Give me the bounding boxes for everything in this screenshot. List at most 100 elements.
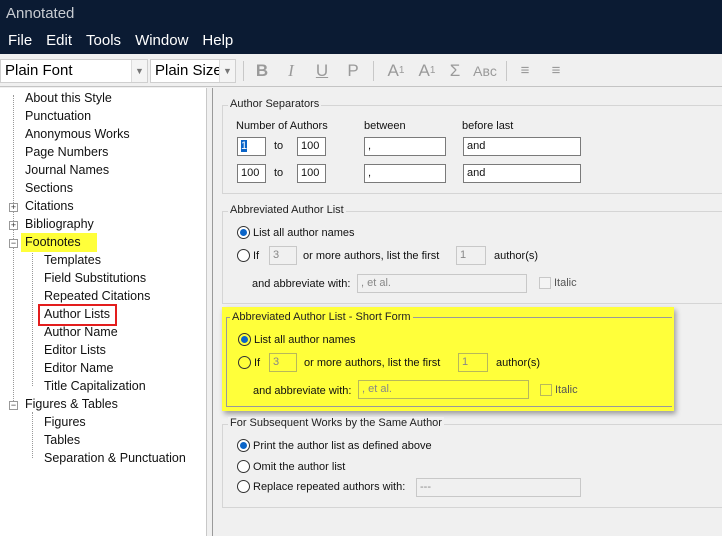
tree-footnotes[interactable]: Footnotes (25, 235, 81, 249)
tree-line (32, 412, 33, 458)
tree-journal-names[interactable]: Journal Names (25, 163, 109, 177)
col-before-last: before last (462, 120, 514, 132)
short-abbreviate-with-label: and abbreviate with: (253, 385, 352, 397)
tree-punctuation[interactable]: Punctuation (25, 109, 91, 123)
from-authors-field[interactable]: 1 (237, 137, 266, 156)
italic-button[interactable]: I (281, 60, 301, 82)
underline-button[interactable]: U (312, 60, 332, 82)
from-authors-field-2[interactable]: 100 (237, 164, 266, 183)
toolbar-divider (243, 61, 244, 81)
tree-field-substitutions[interactable]: Field Substitutions (44, 271, 146, 285)
symbol-button[interactable]: Σ (445, 60, 465, 82)
short-more-authors-label: or more authors, list the first (304, 357, 441, 369)
tree-editor-name[interactable]: Editor Name (44, 361, 113, 375)
tree-templates[interactable]: Templates (44, 253, 101, 267)
abbrev-author-list-title: Abbreviated Author List (228, 204, 346, 216)
subsequent-works-title: For Subsequent Works by the Same Author (228, 417, 444, 429)
print-author-list-radio[interactable] (237, 439, 250, 452)
chevron-down-icon: ▼ (131, 60, 147, 82)
before-last-field-2[interactable]: and (463, 164, 581, 183)
short-list-all-radio[interactable] (238, 333, 251, 346)
more-authors-label: or more authors, list the first (303, 250, 440, 262)
omit-author-list-radio[interactable] (237, 460, 250, 473)
tree-about[interactable]: About this Style (25, 91, 112, 105)
tree-figures-tables[interactable]: Figures & Tables (25, 397, 118, 411)
tree-title-capitalization[interactable]: Title Capitalization (44, 379, 146, 393)
tree-sections[interactable]: Sections (25, 181, 73, 195)
window-title: Annotated (0, 0, 722, 28)
font-select[interactable]: Plain Font ▼ (0, 59, 148, 83)
col-number-authors: Number of Authors (236, 120, 328, 132)
bold-button[interactable]: B (252, 60, 272, 82)
short-list-all-label: List all author names (254, 334, 356, 346)
short-first-count-field[interactable]: 1 (458, 353, 488, 372)
tree-author-name[interactable]: Author Name (44, 325, 118, 339)
tree-tables[interactable]: Tables (44, 433, 80, 447)
tree-citations[interactable]: Citations (25, 199, 74, 213)
tree-author-lists[interactable]: Author Lists (44, 307, 110, 321)
menu-edit[interactable]: Edit (46, 32, 72, 54)
author-separators-title: Author Separators (228, 98, 322, 110)
to-authors-field-2[interactable]: 100 (297, 164, 326, 183)
italic-label: Italic (554, 277, 577, 289)
superscript-icon-digit: 1 (398, 65, 405, 76)
size-select-value: Plain Size (155, 62, 222, 79)
size-select[interactable]: Plain Size ▼ (150, 59, 236, 83)
tree-anonymous-works[interactable]: Anonymous Works (25, 127, 130, 141)
tree-repeated-citations[interactable]: Repeated Citations (44, 289, 150, 303)
replace-authors-radio[interactable] (237, 480, 250, 493)
italic-checkbox[interactable] (539, 277, 551, 289)
align-left-icon[interactable]: ≡ (515, 60, 535, 82)
first-count-field[interactable]: 1 (456, 246, 486, 265)
tree-editor-lists[interactable]: Editor Lists (44, 343, 106, 357)
to-label-2: to (274, 167, 284, 179)
subscript-icon-digit: 1 (429, 65, 436, 76)
if-label: If (253, 250, 260, 262)
tree-line (13, 95, 14, 407)
tree-page-numbers[interactable]: Page Numbers (25, 145, 108, 159)
short-authors-suffix-label: author(s) (496, 357, 541, 369)
smallcaps-button[interactable]: Aʙᴄ (470, 60, 500, 82)
from-authors-value: 1 (241, 140, 248, 152)
if-count-field[interactable]: 3 (269, 246, 297, 265)
short-italic-checkbox[interactable] (540, 384, 552, 396)
superscript-button[interactable]: A1 (383, 60, 409, 82)
expand-plus-icon[interactable]: + (9, 221, 18, 230)
print-author-list-label: Print the author list as defined above (253, 440, 432, 452)
omit-author-list-label: Omit the author list (253, 461, 346, 473)
short-abbreviate-with-field[interactable]: , et al. (358, 380, 529, 399)
menu-bar: File Edit Tools Window Help (0, 28, 722, 54)
menu-help[interactable]: Help (202, 32, 233, 54)
chevron-down-icon: ▼ (219, 60, 235, 82)
to-authors-field[interactable]: 100 (297, 137, 326, 156)
toolbar-divider (506, 61, 507, 81)
pane-splitter[interactable] (207, 88, 213, 536)
toolbar-divider (373, 61, 374, 81)
menu-window[interactable]: Window (135, 32, 188, 54)
tree-figures[interactable]: Figures (44, 415, 86, 429)
list-all-radio[interactable] (237, 226, 250, 239)
if-radio[interactable] (237, 249, 250, 262)
replace-authors-field[interactable]: --- (416, 478, 581, 497)
short-form-title: Abbreviated Author List - Short Form (230, 311, 413, 323)
between-field-2[interactable]: , (364, 164, 446, 183)
menu-tools[interactable]: Tools (86, 32, 121, 54)
short-if-radio[interactable] (238, 356, 251, 369)
align-center-icon[interactable]: ≡ (546, 60, 566, 82)
abbreviate-with-label: and abbreviate with: (252, 278, 351, 290)
col-between: between (364, 120, 406, 132)
before-last-field[interactable]: and (463, 137, 581, 156)
between-field[interactable]: , (364, 137, 446, 156)
replace-authors-label: Replace repeated authors with: (253, 481, 406, 493)
subscript-button[interactable]: A1 (414, 60, 440, 82)
tree-bibliography[interactable]: Bibliography (25, 217, 94, 231)
plain-button[interactable]: P (343, 60, 363, 82)
menu-file[interactable]: File (8, 32, 32, 54)
collapse-minus-icon[interactable]: − (9, 401, 18, 410)
abbreviate-with-field[interactable]: , et al. (357, 274, 527, 293)
short-if-count-field[interactable]: 3 (269, 353, 297, 372)
expand-plus-icon[interactable]: + (9, 203, 18, 212)
tree-separation-punctuation[interactable]: Separation & Punctuation (44, 451, 186, 465)
short-if-label: If (254, 357, 261, 369)
collapse-minus-icon[interactable]: − (9, 239, 18, 248)
